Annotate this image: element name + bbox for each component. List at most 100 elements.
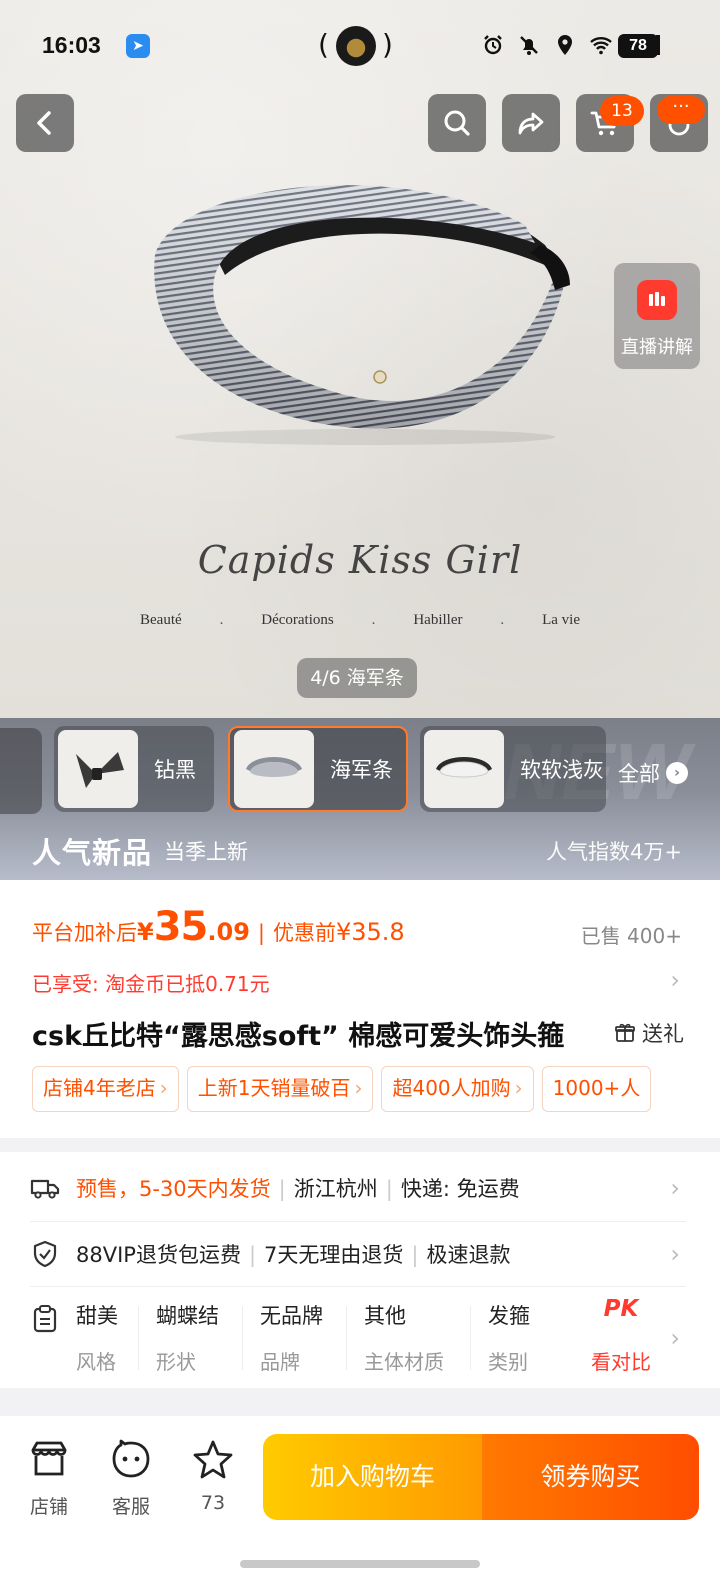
guarantee-item: 7天无理由退货 — [264, 1243, 404, 1267]
chevron-right-icon[interactable]: › — [670, 1324, 680, 1352]
more-badge: ··· — [657, 96, 705, 124]
chevron-right-icon: › — [514, 1076, 523, 1100]
home-indicator[interactable] — [240, 1560, 480, 1568]
price-separator: | — [257, 921, 265, 945]
guarantee-item: 88VIP退货包运费 — [76, 1243, 241, 1267]
product-tag[interactable]: 超400人加购 › — [381, 1066, 534, 1112]
compare-button[interactable]: PK 看对比 — [586, 1292, 666, 1382]
variant-option-light-grey[interactable]: 软软浅灰 — [420, 726, 606, 812]
brand-signature: Capids Kiss Girl — [197, 538, 523, 582]
ship-from: 浙江杭州 — [293, 1177, 378, 1201]
favorite-count: 73 — [200, 1492, 226, 1514]
share-button[interactable] — [502, 94, 560, 152]
attribute-key: 品牌 — [260, 1350, 300, 1374]
variant-thumbnail — [424, 730, 504, 808]
product-tag[interactable]: 店铺4年老店 › — [32, 1066, 179, 1112]
back-button[interactable] — [16, 94, 74, 152]
chevron-right-icon: › — [670, 1240, 680, 1268]
attribute-value: 发箍 — [488, 1304, 530, 1328]
divider: | — [411, 1243, 419, 1267]
store-button[interactable]: 店铺 — [14, 1438, 84, 1519]
product-info-card: 平台加补后 ¥ 35 .09 | 优惠前 ¥35.8 已售 400+ 已享受: … — [0, 880, 720, 1138]
attribute-value: 其他 — [364, 1304, 406, 1328]
price-prefix: 平台加补后 — [32, 921, 137, 945]
gift-button[interactable]: 送礼 — [614, 1018, 684, 1048]
navigation-app-icon: ➤ — [126, 34, 150, 58]
attribute-key: 主体材质 — [364, 1350, 444, 1374]
presale-info: 预售，5-30天内发货 — [76, 1177, 271, 1201]
product-tag[interactable]: 上新1天销量破百 › — [186, 1066, 374, 1112]
variant-option-black[interactable]: 钻黑 — [54, 726, 214, 812]
chevron-right-icon[interactable]: › — [670, 966, 680, 994]
attribute-key: 类别 — [488, 1350, 528, 1374]
product-attributes[interactable]: 甜美 风格 蝴蝶结 形状 无品牌 品牌 其他 主体材质 发箍 类别 PK 看对比 — [76, 1292, 666, 1382]
status-bar: 16:03 ➤ ( ) 5G 78 — [0, 20, 720, 74]
brand-tag: Décorations — [261, 612, 334, 628]
service-card: 预售，5-30天内发货 | 浙江杭州 | 快递: 免运费 › 88VIP退货包运费 | 7天… — [0, 1152, 720, 1388]
divider: | — [278, 1177, 286, 1201]
wifi-icon — [588, 32, 614, 58]
variant-prev-item[interactable] — [0, 728, 42, 814]
guarantee-item: 极速退款 — [426, 1243, 511, 1267]
tag-label: 1000+人 — [552, 1076, 641, 1100]
live-explain-button[interactable]: 直播讲解 — [614, 263, 700, 369]
chat-face-icon — [112, 1439, 150, 1478]
price-currency: ¥ — [137, 918, 154, 946]
price-decimal: .09 — [207, 918, 250, 946]
guarantee-text: 88VIP退货包运费 | 7天无理由退货 | 极速退款 — [76, 1239, 510, 1269]
island-avatar-icon — [336, 26, 376, 66]
shield-check-icon — [33, 1240, 57, 1268]
divider — [346, 1306, 347, 1370]
add-to-cart-button[interactable]: 加入购物车 — [263, 1434, 482, 1520]
live-explain-label: 直播讲解 — [621, 337, 693, 358]
brand-tag: Beauté — [140, 612, 182, 628]
taojinbi-discount[interactable]: 已享受: 淘金币已抵0.71元 — [32, 968, 270, 997]
customer-service-label: 客服 — [111, 1496, 150, 1518]
brand-tag: Habiller — [413, 612, 463, 628]
all-variants-link[interactable]: 全部 › — [618, 758, 688, 788]
divider — [30, 1286, 686, 1287]
cart-count-badge: 13 — [600, 96, 644, 126]
chevron-right-icon: › — [670, 1174, 680, 1202]
product-detail-page: Capids Kiss Girl Beauté . Décorations . … — [0, 0, 720, 1582]
variant-label: 钻黑 — [154, 758, 196, 782]
product-title: csk丘比特“露思感soft” 棉感可爱头饰头箍 — [32, 1021, 565, 1052]
dynamic-island: ( ) — [318, 26, 398, 66]
tag-dot: . — [500, 612, 505, 628]
divider: | — [248, 1243, 257, 1267]
new-arrivals-subtitle: 当季上新 — [164, 840, 248, 864]
chevron-right-icon: › — [159, 1076, 168, 1100]
shipping-row[interactable]: 预售，5-30天内发货 | 浙江杭州 | 快递: 免运费 › — [0, 1156, 720, 1220]
delivery-truck-icon — [30, 1179, 60, 1199]
product-tag[interactable]: 1000+人 — [541, 1066, 652, 1112]
favorite-button[interactable]: 73 — [178, 1438, 248, 1514]
attribute-value: 蝴蝶结 — [156, 1304, 219, 1328]
guarantee-row[interactable]: 88VIP退货包运费 | 7天无理由退货 | 极速退款 › — [0, 1222, 720, 1286]
sold-count: 已售 400+ — [580, 924, 682, 948]
status-time: 16:03 — [42, 32, 101, 58]
share-icon — [518, 112, 544, 135]
tag-dot: . — [219, 612, 224, 628]
brand-tagline: Beauté . Décorations . Habiller . La vie — [140, 612, 580, 629]
divider — [138, 1306, 139, 1370]
variant-option-navy-stripe[interactable]: 海军条 — [228, 726, 408, 812]
store-icon — [31, 1441, 67, 1476]
alarm-icon — [480, 32, 506, 58]
new-arrivals-title: 人气新品 — [32, 836, 153, 870]
divider: | — [385, 1177, 393, 1201]
shipping-fee: 快递: 免运费 — [400, 1177, 520, 1201]
gift-label: 送礼 — [642, 1022, 684, 1046]
search-button[interactable] — [428, 94, 486, 152]
bottom-action-bar: 店铺 客服 73 加入购物车 领券购买 — [0, 1416, 720, 1582]
battery-indicator: 78 — [618, 34, 658, 58]
original-price: ¥35.8 — [335, 918, 405, 946]
popularity-index: 人气指数4万+ — [546, 840, 682, 864]
clipboard-icon — [33, 1305, 57, 1333]
customer-service-button[interactable]: 客服 — [96, 1438, 166, 1519]
all-variants-label: 全部 — [618, 762, 660, 786]
buy-with-coupon-button[interactable]: 领券购买 — [482, 1434, 699, 1520]
attribute-key: 形状 — [156, 1350, 196, 1374]
pk-logo: PK — [603, 1296, 639, 1322]
attribute-value: 甜美 — [76, 1304, 118, 1328]
variant-label: 海军条 — [330, 758, 393, 782]
